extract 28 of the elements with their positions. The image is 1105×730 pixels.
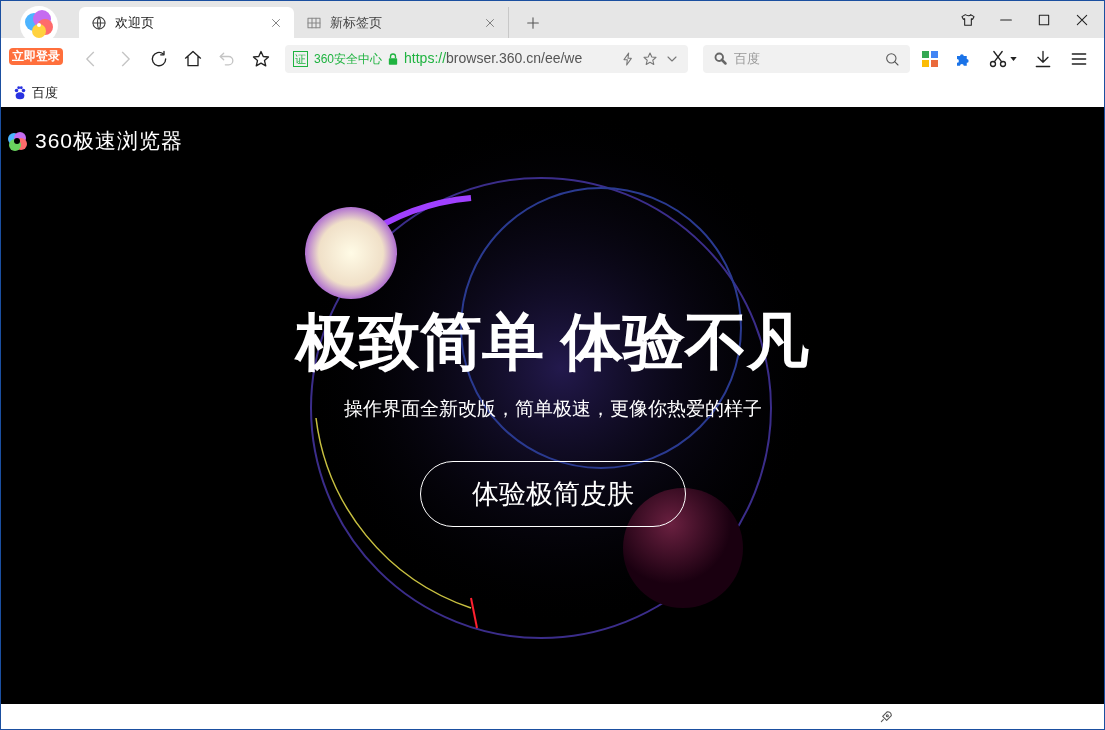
url-text: https://browser.360.cn/ee/we bbox=[404, 49, 584, 68]
search-icon bbox=[713, 51, 728, 66]
brand-name: 360极速浏览器 bbox=[35, 128, 184, 154]
bookmark-item[interactable]: 百度 bbox=[13, 83, 58, 103]
globe-icon bbox=[91, 14, 107, 31]
browser-tab[interactable]: 欢迎页 bbox=[79, 7, 294, 38]
reload-icon[interactable] bbox=[149, 48, 169, 69]
home-icon[interactable] bbox=[183, 48, 203, 69]
address-bar[interactable]: 证 360安全中心 https://browser.360.cn/ee/we bbox=[285, 44, 688, 73]
caret-icon[interactable] bbox=[1010, 56, 1017, 61]
apps-grid-icon[interactable] bbox=[922, 50, 938, 67]
tab-title: 欢迎页 bbox=[115, 13, 155, 32]
hero-subtitle: 操作界面全新改版，简单极速，更像你热爱的样子 bbox=[343, 396, 762, 421]
star-icon[interactable] bbox=[251, 48, 271, 69]
lock-icon bbox=[388, 52, 399, 65]
shirt-icon[interactable] bbox=[960, 11, 976, 28]
site-label: 360安全中心 bbox=[314, 50, 383, 68]
download-icon[interactable] bbox=[1033, 48, 1053, 69]
hero-headline: 极致简单 体验不凡 bbox=[295, 306, 810, 377]
certificate-badge: 证 bbox=[293, 50, 308, 67]
search-icon[interactable] bbox=[884, 50, 900, 67]
paw-icon bbox=[13, 86, 27, 100]
scissors-icon[interactable] bbox=[988, 48, 1008, 69]
tab-title: 新标签页 bbox=[330, 13, 383, 32]
plus-icon[interactable] bbox=[525, 14, 541, 31]
search-input[interactable]: 百度 bbox=[734, 48, 878, 69]
search-bar[interactable]: 百度 bbox=[703, 44, 910, 73]
star-icon[interactable] bbox=[642, 50, 658, 67]
